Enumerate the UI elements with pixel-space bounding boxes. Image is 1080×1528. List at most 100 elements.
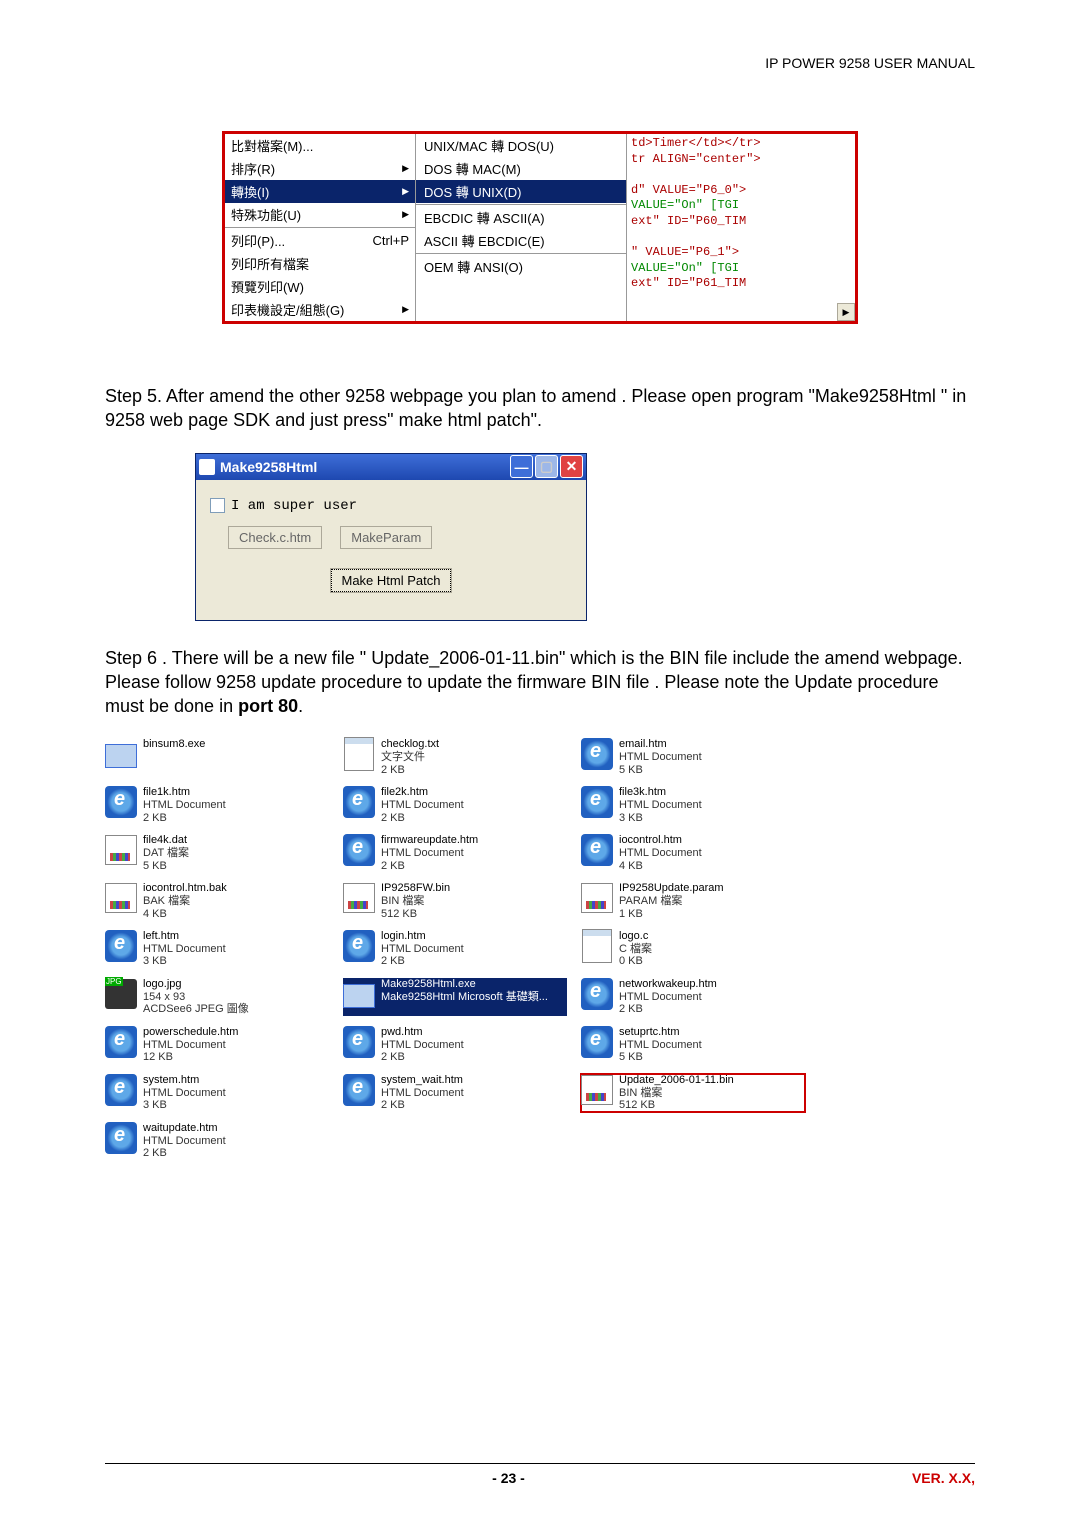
file-item[interactable]: Update_2006-01-11.binBIN 檔案512 KB <box>581 1074 805 1112</box>
menu-item[interactable]: 比對檔案(M)... <box>225 134 415 157</box>
menu-item-convert[interactable]: 轉換(I)▶ <box>225 180 415 203</box>
file-item[interactable]: checklog.txt文字文件2 KB <box>343 738 567 776</box>
super-user-checkbox[interactable] <box>210 498 225 513</box>
file-size: 0 KB <box>619 955 652 968</box>
minimize-icon[interactable]: — <box>510 455 533 478</box>
file-type: 文字文件 <box>381 751 439 764</box>
context-submenu: UNIX/MAC 轉 DOS(U) DOS 轉 MAC(M) DOS 轉 UNI… <box>416 134 627 321</box>
file-type: HTML Document <box>619 751 702 764</box>
file-size: 12 KB <box>143 1051 238 1064</box>
page-footer: - 23 - VER. X.X, <box>105 1463 975 1486</box>
file-type: C 檔案 <box>619 943 652 956</box>
text-file-icon <box>582 929 612 963</box>
file-item[interactable]: powerschedule.htmHTML Document12 KB <box>105 1026 329 1064</box>
ie-icon <box>105 1074 137 1106</box>
scrollbar-right-icon[interactable]: ▶ <box>837 303 855 321</box>
file-name: file1k.htm <box>143 786 226 799</box>
make-html-patch-button[interactable]: Make Html Patch <box>331 569 452 592</box>
file-name: logo.jpg <box>143 978 249 991</box>
file-item[interactable]: networkwakeup.htmHTML Document2 KB <box>581 978 805 1016</box>
file-item[interactable]: pwd.htmHTML Document2 KB <box>343 1026 567 1064</box>
file-item[interactable]: system_wait.htmHTML Document2 KB <box>343 1074 567 1112</box>
file-size: 2 KB <box>381 764 439 777</box>
file-item[interactable]: email.htmHTML Document5 KB <box>581 738 805 776</box>
binary-file-icon <box>581 1075 613 1105</box>
file-size: 2 KB <box>381 955 464 968</box>
file-item[interactable]: system.htmHTML Document3 KB <box>105 1074 329 1112</box>
step-5-text: Step 5. After amend the other 9258 webpa… <box>105 384 975 433</box>
file-item[interactable]: IP9258Update.paramPARAM 檔案1 KB <box>581 882 805 920</box>
binary-file-icon <box>581 883 613 913</box>
file-size: 3 KB <box>143 1099 226 1112</box>
ie-icon <box>343 786 375 818</box>
version-label: VER. X.X, <box>912 1470 975 1486</box>
ie-icon <box>581 738 613 770</box>
file-item[interactable]: iocontrol.htmHTML Document4 KB <box>581 834 805 872</box>
submenu-item[interactable]: ASCII 轉 EBCDIC(E) <box>416 229 626 252</box>
file-type: HTML Document <box>381 847 478 860</box>
file-type: HTML Document <box>619 991 717 1004</box>
file-item[interactable]: logo.cC 檔案0 KB <box>581 930 805 968</box>
file-name: powerschedule.htm <box>143 1026 238 1039</box>
file-type: HTML Document <box>143 1087 226 1100</box>
ie-icon <box>343 1026 375 1058</box>
menu-item[interactable]: 排序(R)▶ <box>225 157 415 180</box>
file-size: 512 KB <box>619 1099 734 1112</box>
file-item[interactable]: Make9258Html.exeMake9258Html Microsoft 基… <box>343 978 567 1016</box>
file-name: logo.c <box>619 930 652 943</box>
file-size: 2 KB <box>381 812 464 825</box>
file-size: 2 KB <box>143 812 226 825</box>
file-item[interactable]: file1k.htmHTML Document2 KB <box>105 786 329 824</box>
submenu-item[interactable]: DOS 轉 MAC(M) <box>416 157 626 180</box>
ie-icon <box>105 1122 137 1154</box>
file-size: 2 KB <box>143 1147 226 1160</box>
file-name: IP9258Update.param <box>619 882 724 895</box>
check-c-htm-button[interactable]: Check.c.htm <box>228 526 322 549</box>
submenu-item[interactable]: UNIX/MAC 轉 DOS(U) <box>416 134 626 157</box>
file-item[interactable]: file4k.datDAT 檔案5 KB <box>105 834 329 872</box>
file-type: HTML Document <box>381 1039 464 1052</box>
ie-icon <box>105 930 137 962</box>
submenu-item[interactable]: EBCDIC 轉 ASCII(A) <box>416 206 626 229</box>
step-6-text: Step 6 . There will be a new file " Upda… <box>105 646 975 719</box>
file-type: HTML Document <box>381 799 464 812</box>
file-name: waitupdate.htm <box>143 1122 226 1135</box>
file-size: 5 KB <box>143 860 189 873</box>
file-size: 2 KB <box>381 1099 464 1112</box>
file-item[interactable]: setuprtc.htmHTML Document5 KB <box>581 1026 805 1064</box>
maximize-icon[interactable]: ▢ <box>535 455 558 478</box>
menu-item-print[interactable]: 列印(P)...Ctrl+P <box>225 229 415 252</box>
file-item[interactable]: login.htmHTML Document2 KB <box>343 930 567 968</box>
file-item[interactable]: binsum8.exe <box>105 738 329 776</box>
file-item[interactable]: left.htmHTML Document3 KB <box>105 930 329 968</box>
make-param-button[interactable]: MakeParam <box>340 526 432 549</box>
file-item[interactable]: file2k.htmHTML Document2 KB <box>343 786 567 824</box>
menu-item[interactable]: 印表機設定/組態(G)▶ <box>225 298 415 321</box>
code-preview: td>Timer</td></tr> tr ALIGN="center"> d"… <box>627 134 855 321</box>
menu-item[interactable]: 預覽列印(W) <box>225 275 415 298</box>
ie-icon <box>581 834 613 866</box>
file-type: BIN 檔案 <box>619 1087 734 1100</box>
file-type: Make9258Html Microsoft 基礎類... <box>381 991 548 1004</box>
header-title: IP POWER 9258 USER MANUAL <box>105 55 975 71</box>
file-size: 2 KB <box>619 1003 717 1016</box>
submenu-item[interactable]: OEM 轉 ANSI(O) <box>416 255 626 278</box>
file-item[interactable]: IP9258FW.binBIN 檔案512 KB <box>343 882 567 920</box>
file-item[interactable]: logo.jpg154 x 93ACDSee6 JPEG 圖像 <box>105 978 329 1016</box>
file-item[interactable]: iocontrol.htm.bakBAK 檔案4 KB <box>105 882 329 920</box>
file-item[interactable]: file3k.htmHTML Document3 KB <box>581 786 805 824</box>
file-name: email.htm <box>619 738 702 751</box>
menu-item[interactable]: 特殊功能(U)▶ <box>225 203 415 226</box>
ie-icon <box>343 1074 375 1106</box>
window-title: Make9258Html <box>220 459 317 475</box>
close-icon[interactable]: ✕ <box>560 455 583 478</box>
titlebar: Make9258Html — ▢ ✕ <box>196 454 586 480</box>
menu-item[interactable]: 列印所有檔案 <box>225 252 415 275</box>
submenu-item-dos-to-unix[interactable]: DOS 轉 UNIX(D) <box>416 180 626 203</box>
file-type: HTML Document <box>143 1135 226 1148</box>
jpg-image-icon <box>105 979 137 1009</box>
file-type: PARAM 檔案 <box>619 895 724 908</box>
file-item[interactable]: waitupdate.htmHTML Document2 KB <box>105 1122 329 1160</box>
binary-file-icon <box>105 835 137 865</box>
file-item[interactable]: firmwareupdate.htmHTML Document2 KB <box>343 834 567 872</box>
